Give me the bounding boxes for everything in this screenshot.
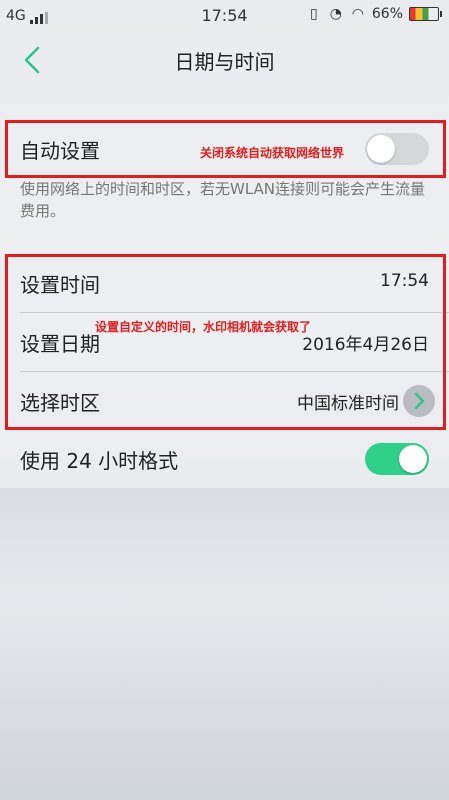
toggle-knob bbox=[399, 445, 427, 473]
page-title: 日期与时间 bbox=[174, 50, 275, 74]
format24-panel: 使用 24 小时格式 bbox=[0, 430, 449, 488]
battery-icon bbox=[409, 7, 442, 21]
auto-setting-hint: 使用网络上的时间和时区，若无WLAN连接则可能会产生流量费用。 bbox=[20, 180, 426, 220]
format24-row[interactable]: 使用 24 小时格式 bbox=[0, 430, 449, 488]
header: 日期与时间 bbox=[0, 32, 449, 88]
wifi-icon: ◠ bbox=[351, 6, 364, 22]
auto-annotation-box bbox=[5, 120, 446, 178]
manual-annotation-box bbox=[5, 254, 446, 430]
status-bar: 4G 17:54 ▯ ◔ ◠ 66% bbox=[0, 0, 449, 32]
status-icons: ▯ ◔ ◠ 66% bbox=[306, 6, 442, 22]
format24-toggle[interactable] bbox=[365, 443, 429, 475]
vibrate-icon: ▯ bbox=[310, 6, 318, 22]
alarm-icon: ◔ bbox=[329, 6, 342, 22]
battery-percent: 66% bbox=[371, 6, 403, 22]
format24-label: 使用 24 小时格式 bbox=[20, 449, 179, 473]
